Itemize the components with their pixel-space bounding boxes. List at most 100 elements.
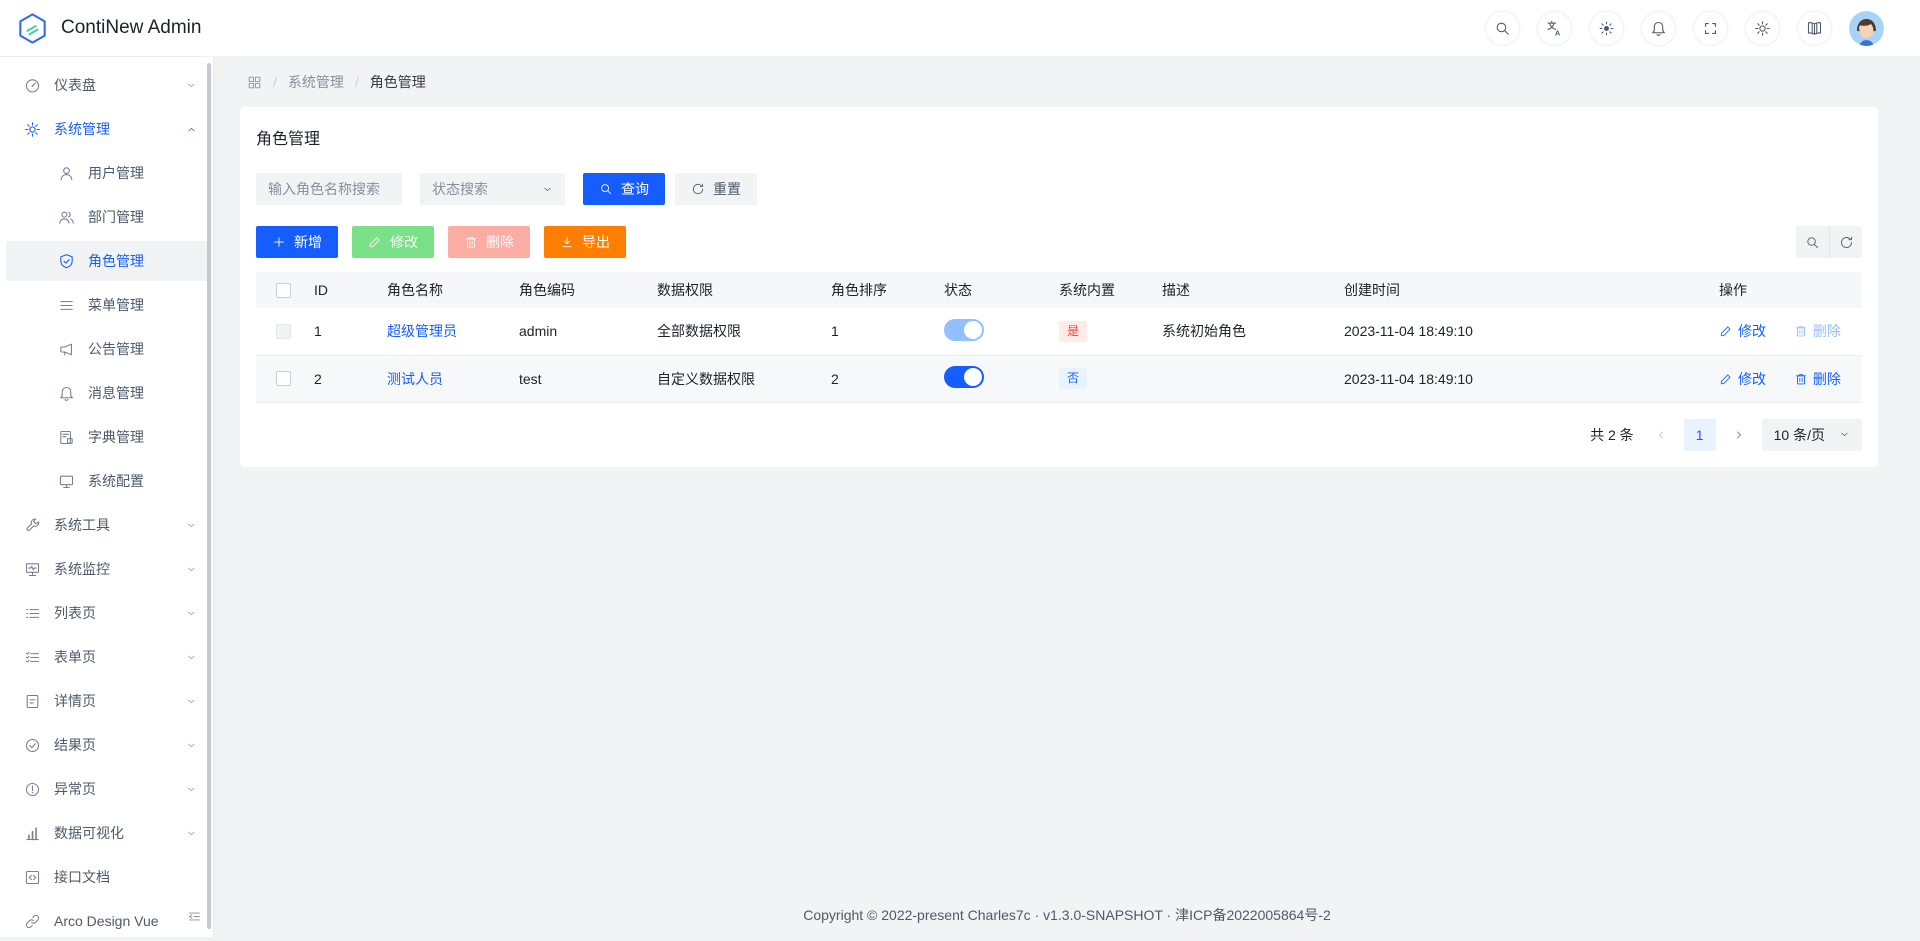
status-toggle[interactable]: [944, 319, 984, 341]
settings-button[interactable]: [1745, 11, 1780, 46]
cell-data-scope: 全部数据权限: [641, 308, 815, 355]
sidebar-collapse-button[interactable]: [183, 905, 205, 927]
row-edit-link[interactable]: 修改: [1719, 369, 1766, 389]
dashboard-icon: [24, 77, 41, 94]
sidebar-item-dictionary-management[interactable]: 字典管理: [6, 417, 207, 457]
trash-icon: [1794, 372, 1808, 386]
reset-button[interactable]: 重置: [675, 173, 757, 205]
cell-created-at: 2023-11-04 18:49:10: [1328, 308, 1703, 355]
sidebar-item-detail-pages[interactable]: 详情页: [6, 681, 207, 721]
chevron-down-icon: [186, 564, 197, 575]
sidebar-item-exception-pages[interactable]: 异常页: [6, 769, 207, 809]
cell-id: 2: [298, 355, 371, 402]
sidebar-item-list-pages[interactable]: 列表页: [6, 593, 207, 633]
status-toggle[interactable]: [944, 366, 984, 388]
chevron-down-icon: [186, 608, 197, 619]
cell-description: 系统初始角色: [1146, 308, 1328, 355]
pagination-prev-button[interactable]: [1646, 420, 1676, 450]
list-icon: [24, 605, 41, 622]
fullscreen-button[interactable]: [1693, 11, 1728, 46]
chevron-down-icon: [542, 184, 553, 195]
row-checkbox[interactable]: [276, 324, 291, 339]
export-button[interactable]: 导出: [544, 226, 626, 258]
sidebar-item-system-monitor[interactable]: 系统监控: [6, 549, 207, 589]
sidebar-item-system-config[interactable]: 系统配置: [6, 461, 207, 501]
download-icon: [560, 235, 574, 249]
theme-toggle-button[interactable]: [1589, 11, 1624, 46]
user-icon: [58, 165, 75, 182]
filter-row: 状态搜索 查询 重置: [256, 173, 1862, 205]
bell-icon: [1650, 20, 1667, 37]
table-row: 1 超级管理员 admin 全部数据权限 1 是 系统初始角色 2023-11-…: [256, 308, 1862, 355]
sidebar-item-menu-management[interactable]: 菜单管理: [6, 285, 207, 325]
form-icon: [24, 649, 41, 666]
sidebar-item-announcement-management[interactable]: 公告管理: [6, 329, 207, 369]
chevron-down-icon: [186, 740, 197, 751]
status-search-select[interactable]: 状态搜索: [420, 173, 565, 205]
sidebar-item-form-pages[interactable]: 表单页: [6, 637, 207, 677]
pagination-page-1[interactable]: 1: [1684, 419, 1716, 451]
users-icon: [58, 209, 75, 226]
pagination-next-button[interactable]: [1724, 420, 1754, 450]
apps-grid-icon[interactable]: [247, 75, 262, 90]
edit-button[interactable]: 修改: [352, 226, 434, 258]
fullscreen-icon: [1702, 20, 1719, 37]
wrench-icon: [24, 517, 41, 534]
cell-sort: 2: [815, 355, 928, 402]
table-refresh-button[interactable]: [1829, 226, 1862, 258]
role-management-card: 角色管理 状态搜索 查询 重置: [240, 107, 1878, 467]
sidebar-item-dashboard[interactable]: 仪表盘: [6, 65, 207, 105]
chevron-right-icon: [1733, 429, 1745, 441]
sidebar-item-role-management[interactable]: 角色管理: [6, 241, 207, 281]
brand: ContiNew Admin: [16, 12, 201, 45]
delete-button[interactable]: 删除: [448, 226, 530, 258]
table-search-toggle-button[interactable]: [1796, 226, 1829, 258]
query-button[interactable]: 查询: [583, 173, 665, 205]
refresh-icon: [691, 182, 705, 196]
sidebar-item-department-management[interactable]: 部门管理: [6, 197, 207, 237]
app-header: ContiNew Admin 文A: [0, 0, 1920, 57]
row-edit-link[interactable]: 修改: [1719, 321, 1766, 341]
page-size-select[interactable]: 10 条/页: [1762, 419, 1862, 451]
code-square-icon: [24, 869, 41, 886]
sidebar-item-data-visualization[interactable]: 数据可视化: [6, 813, 207, 853]
menu-lines-icon: [58, 297, 75, 314]
notifications-button[interactable]: [1641, 11, 1676, 46]
role-name-link[interactable]: 测试人员: [387, 371, 443, 387]
sidebar-scrollbar[interactable]: [207, 63, 211, 929]
breadcrumb-item-system[interactable]: 系统管理: [288, 72, 344, 92]
table-tools: [1796, 226, 1862, 258]
file-icon: [24, 693, 41, 710]
cell-role-code: admin: [503, 308, 641, 355]
column-header-role-name: 角色名称: [371, 272, 503, 308]
language-button[interactable]: 文A: [1537, 11, 1572, 46]
add-button[interactable]: 新增: [256, 226, 338, 258]
search-button[interactable]: [1485, 11, 1520, 46]
role-name-link[interactable]: 超级管理员: [387, 323, 457, 339]
svg-text:A: A: [1555, 28, 1561, 36]
sidebar-item-message-management[interactable]: 消息管理: [6, 373, 207, 413]
shield-check-icon: [58, 253, 75, 270]
sidebar-item-system-tools[interactable]: 系统工具: [6, 505, 207, 545]
plus-icon: [272, 235, 286, 249]
select-all-checkbox[interactable]: [276, 283, 291, 298]
row-delete-link[interactable]: 删除: [1794, 321, 1841, 341]
sidebar-item-system-management[interactable]: 系统管理: [6, 109, 207, 149]
sidebar-item-api-docs[interactable]: 接口文档: [6, 857, 207, 897]
docs-button[interactable]: [1797, 11, 1832, 46]
sidebar-item-user-management[interactable]: 用户管理: [6, 153, 207, 193]
gear-icon: [1754, 20, 1771, 37]
avatar[interactable]: [1849, 11, 1884, 46]
sidebar-item-result-pages[interactable]: 结果页: [6, 725, 207, 765]
sidebar-item-arco-design-vue[interactable]: Arco Design Vue: [6, 901, 207, 941]
megaphone-icon: [58, 341, 75, 358]
row-delete-link[interactable]: 删除: [1794, 369, 1841, 389]
table-row: 2 测试人员 test 自定义数据权限 2 否 2023-11-04 18:49…: [256, 355, 1862, 402]
column-header-sort: 角色排序: [815, 272, 928, 308]
trash-icon: [464, 235, 478, 249]
column-header-status: 状态: [928, 272, 1043, 308]
role-name-search-input[interactable]: [256, 173, 402, 205]
row-checkbox[interactable]: [276, 371, 291, 386]
dictionary-icon: [58, 429, 75, 446]
breadcrumb-item-role: 角色管理: [370, 72, 426, 92]
